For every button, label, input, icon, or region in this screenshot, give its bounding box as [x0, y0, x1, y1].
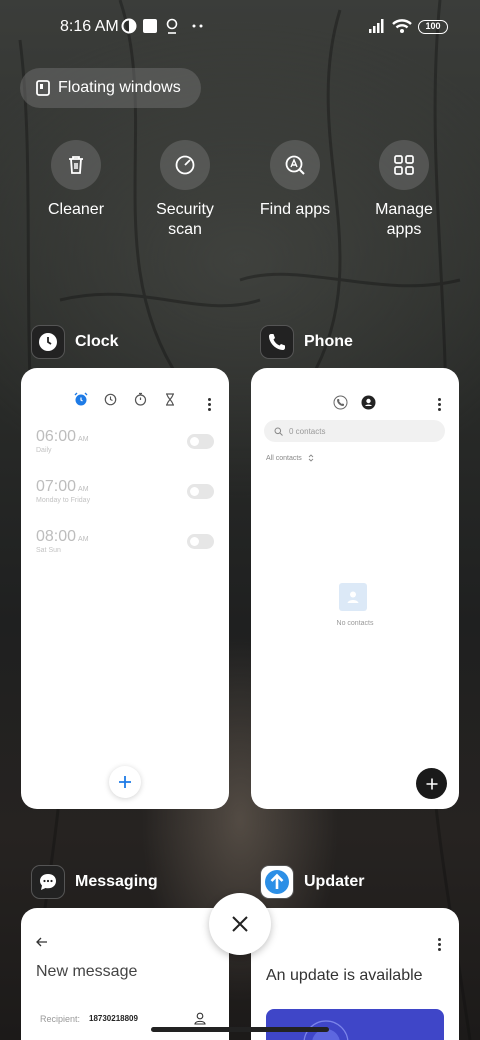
back-arrow-icon[interactable] [36, 937, 48, 947]
clock-app-name: Clock [75, 333, 119, 350]
alarm-time: 06:00 [36, 428, 77, 445]
cleaner-label: Cleaner [47, 201, 105, 218]
world-clock-tab-icon[interactable] [104, 393, 117, 406]
alarm-repeat: Monday to Friday [36, 497, 91, 504]
contacts-search-input[interactable]: 0 contacts [264, 420, 445, 442]
updater-more-menu[interactable] [438, 938, 442, 951]
find-apps-button[interactable]: Find apps [240, 140, 350, 220]
manage-apps-label: Manage apps [375, 201, 433, 238]
clock-icon [39, 333, 57, 351]
messaging-app-name: Messaging [75, 873, 158, 890]
contacts-filter-label: All contacts [266, 454, 302, 462]
alarm-toggle[interactable] [187, 484, 214, 499]
phone-more-menu[interactable] [438, 398, 442, 411]
wifi-icon [392, 19, 412, 33]
add-alarm-button[interactable] [109, 766, 141, 798]
cleaner-icon-circle [51, 140, 101, 190]
updater-app-icon [260, 865, 294, 899]
update-arrow-icon [265, 870, 289, 894]
clock-app-icon [31, 325, 65, 359]
updater-app-name: Updater [304, 873, 365, 890]
phone-app-card[interactable]: 0 contacts All contacts No contacts [251, 368, 459, 809]
empty-contacts-label: No contacts [336, 620, 374, 627]
find-apps-icon-circle [270, 140, 320, 190]
cleaner-button[interactable]: Cleaner [21, 140, 131, 220]
contact-picker-icon[interactable] [194, 1012, 206, 1025]
contacts-tab-icon[interactable] [361, 395, 376, 410]
alarm-toggle[interactable] [187, 434, 214, 449]
signal-icon [369, 19, 384, 33]
empty-contacts-illustration [339, 583, 367, 611]
timer-tab-icon[interactable] [164, 393, 176, 406]
security-scan-icon-circle [160, 140, 210, 190]
contacts-search-placeholder: 0 contacts [289, 426, 326, 436]
alarm-ampm: AM [78, 486, 89, 493]
phone-app-header[interactable]: Phone [260, 325, 353, 359]
updater-app-header[interactable]: Updater [260, 865, 364, 899]
find-apps-label: Find apps [259, 201, 331, 218]
find-apps-icon [285, 155, 305, 175]
messaging-app-icon [31, 865, 65, 899]
status-bar: 8:16 AM 100 [0, 0, 480, 56]
update-banner-graphic [303, 1020, 349, 1040]
security-scan-button[interactable]: Security scan [130, 140, 240, 240]
floating-windows-button[interactable]: Floating windows [20, 68, 201, 108]
security-scan-label: Security scan [156, 201, 214, 238]
stopwatch-tab-icon[interactable] [134, 392, 147, 406]
person-placeholder-icon [347, 591, 359, 603]
phone-app-name: Phone [304, 333, 353, 350]
sort-arrows-icon [308, 454, 314, 462]
clock-more-menu[interactable] [208, 398, 212, 411]
plus-icon [426, 778, 437, 789]
contacts-filter-dropdown[interactable]: All contacts [266, 454, 314, 462]
notification-square-icon [143, 19, 157, 33]
alarm-time: 08:00 [36, 528, 77, 545]
updater-app-card[interactable]: An update is available [251, 908, 459, 1040]
alarm-ampm: AM [78, 436, 89, 443]
chat-bubble-icon [40, 874, 56, 890]
location-icon [166, 18, 178, 34]
plus-icon [119, 776, 131, 788]
home-indicator[interactable] [151, 1027, 329, 1032]
data-saver-icon [121, 18, 137, 34]
phone-icon [269, 334, 285, 350]
update-banner-image [266, 1009, 444, 1040]
alarm-time: 07:00 [36, 478, 77, 495]
more-notifications-icon [192, 24, 203, 28]
alarm-toggle[interactable] [187, 534, 214, 549]
update-available-title: An update is available [266, 967, 423, 984]
phone-app-icon [260, 325, 294, 359]
clock-app-card[interactable]: 06:00 AM Daily 07:00 AM Monday to Friday 0… [21, 368, 229, 809]
floating-window-icon [36, 80, 50, 96]
grid-icon [394, 155, 414, 175]
new-message-title: New message [36, 963, 138, 980]
trash-icon [69, 156, 83, 174]
clock-app-header[interactable]: Clock [31, 325, 119, 359]
recents-tab-icon[interactable] [333, 395, 348, 410]
manage-apps-icon-circle [379, 140, 429, 190]
battery-indicator: 100 [418, 20, 448, 34]
messaging-app-header[interactable]: Messaging [31, 865, 158, 899]
search-icon [274, 427, 283, 436]
manage-apps-button[interactable]: Manage apps [349, 140, 459, 240]
alarm-tab-icon[interactable] [74, 392, 88, 406]
status-time: 8:16 AM [60, 18, 119, 35]
close-icon [232, 916, 248, 932]
alarm-ampm: AM [78, 536, 89, 543]
alarm-repeat: Daily [36, 447, 52, 454]
recipient-value[interactable]: 18730218809 [89, 1014, 138, 1023]
recipient-label: Recipient: [40, 1014, 81, 1024]
floating-windows-label: Floating windows [58, 79, 181, 96]
security-scan-icon [175, 155, 195, 175]
messaging-app-card[interactable]: New message Recipient: 18730218809 [21, 908, 229, 1040]
add-contact-button[interactable] [416, 768, 447, 799]
close-all-button[interactable] [209, 893, 271, 955]
alarm-repeat: Sat Sun [36, 547, 61, 554]
